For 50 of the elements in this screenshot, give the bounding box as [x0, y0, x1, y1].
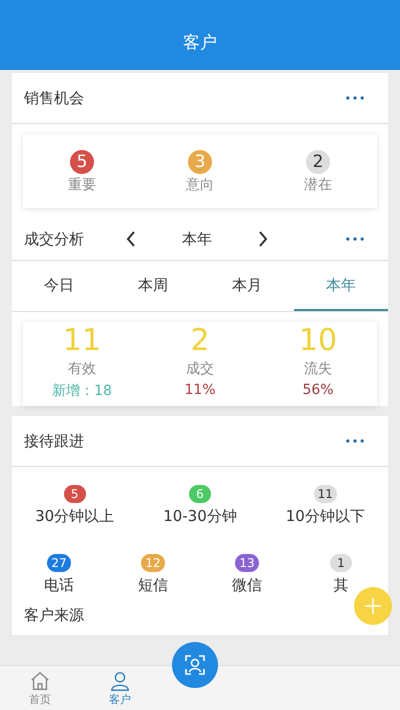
stat-value: 2: [190, 324, 210, 358]
page-title: 客户: [183, 32, 217, 54]
nav-tab[interactable]: 客户: [80, 666, 160, 710]
count-badge: 5: [70, 150, 94, 174]
channel-label[interactable]: 短信: [138, 576, 168, 595]
count-badge: 11: [314, 485, 337, 503]
duration-label[interactable]: 10-30分钟: [163, 507, 237, 526]
stat-label: 流失: [304, 360, 332, 378]
period-tab[interactable]: 本周: [106, 261, 200, 311]
plus-icon: [363, 596, 383, 616]
section-title: 销售机会: [24, 88, 84, 108]
stat-label: 有效: [68, 360, 96, 378]
count-badge: 2: [306, 150, 330, 174]
count-badge: 13: [235, 554, 259, 572]
more-icon[interactable]: [346, 96, 364, 100]
period-tab[interactable]: 今日: [12, 261, 106, 311]
scan-button[interactable]: [172, 642, 218, 688]
more-icon[interactable]: [346, 439, 364, 443]
channel-label[interactable]: 其: [334, 576, 348, 595]
period-label: 本年: [182, 230, 212, 248]
duration-label[interactable]: 10分钟以下: [286, 507, 365, 526]
count-badge: 6: [188, 485, 211, 503]
home-icon: [29, 670, 51, 692]
period-tab[interactable]: 本月: [200, 261, 294, 311]
count-badge: 1: [330, 554, 352, 572]
count-badge: 27: [47, 554, 71, 572]
category-label[interactable]: 潜在: [304, 176, 332, 194]
channel-label[interactable]: 电话: [44, 576, 74, 595]
section-title: 成交分析: [24, 230, 84, 248]
chevron-left-icon[interactable]: [126, 231, 136, 247]
period-tab[interactable]: 本年: [294, 261, 388, 311]
count-badge: 5: [64, 485, 86, 503]
face-scan-icon: [183, 653, 207, 677]
person-icon: [109, 670, 131, 692]
section-title: 客户来源: [24, 606, 84, 624]
more-icon[interactable]: [346, 237, 364, 241]
stat-detail: 新增：18: [52, 382, 112, 400]
stat-detail: 11%: [184, 382, 216, 398]
duration-label[interactable]: 30分钟以上: [35, 507, 114, 526]
stat-label: 成交: [186, 360, 214, 378]
stat-value: 10: [298, 324, 338, 358]
section-title: 接待跟进: [24, 432, 84, 450]
stat-value: 11: [62, 324, 102, 358]
count-badge: 3: [188, 150, 212, 174]
category-label[interactable]: 意向: [186, 176, 214, 194]
chevron-right-icon[interactable]: [258, 231, 268, 247]
category-label[interactable]: 重要: [68, 176, 96, 194]
stat-detail: 56%: [302, 382, 334, 398]
count-badge: 12: [141, 554, 165, 572]
channel-label[interactable]: 微信: [232, 576, 262, 595]
